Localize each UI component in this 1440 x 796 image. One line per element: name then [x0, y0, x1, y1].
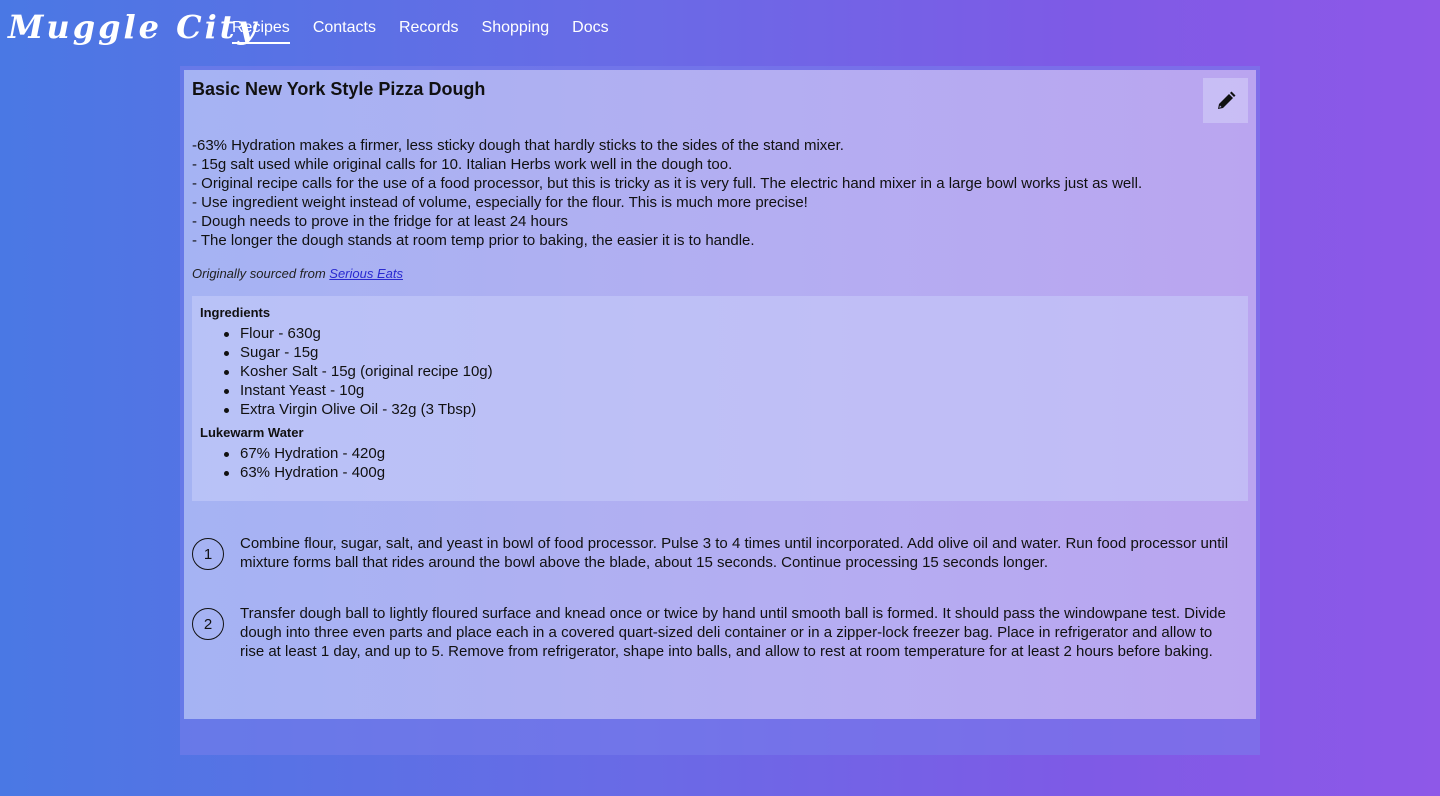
recipe-source: Originally sourced from Serious Eats	[192, 266, 403, 281]
ingredient-item: 63% Hydration - 400g	[224, 463, 1240, 482]
step-text: Combine flour, sugar, salt, and yeast in…	[240, 535, 1229, 571]
pencil-icon	[1217, 91, 1235, 109]
step-text: Transfer dough ball to lightly floured s…	[240, 605, 1226, 660]
ingredients-list: Flour - 630g Sugar - 15g Kosher Salt - 1…	[224, 324, 1240, 419]
step-2: 2 Transfer dough ball to lightly floured…	[192, 604, 1242, 661]
ingredient-item: 67% Hydration - 420g	[224, 444, 1240, 463]
nav-item-docs[interactable]: Docs	[572, 19, 608, 44]
nav-item-contacts[interactable]: Contacts	[313, 19, 376, 44]
recipe-notes: -63% Hydration makes a firmer, less stic…	[192, 136, 1242, 250]
edit-button[interactable]	[1203, 78, 1248, 123]
step-number: 1	[192, 538, 224, 570]
note-line: - The longer the dough stands at room te…	[192, 232, 755, 249]
nav-item-recipes[interactable]: Recipes	[232, 19, 290, 44]
nav-item-shopping[interactable]: Shopping	[482, 19, 550, 44]
source-link[interactable]: Serious Eats	[329, 266, 403, 281]
ingredient-item: Flour - 630g	[224, 324, 1240, 343]
ingredient-item: Sugar - 15g	[224, 343, 1240, 362]
note-line: - Original recipe calls for the use of a…	[192, 175, 1143, 192]
top-bar: Muggle City Recipes Contacts Records Sho…	[0, 0, 1440, 62]
ingredients-panel: Ingredients Flour - 630g Sugar - 15g Kos…	[192, 296, 1248, 501]
source-prefix: Originally sourced from	[192, 266, 326, 281]
ingredients-heading: Ingredients	[200, 305, 271, 320]
water-heading: Lukewarm Water	[200, 425, 304, 440]
water-list: 67% Hydration - 420g 63% Hydration - 400…	[224, 444, 1240, 482]
app-logo[interactable]: Muggle City	[8, 8, 259, 46]
ingredient-item: Kosher Salt - 15g (original recipe 10g)	[224, 362, 1240, 381]
step-1: 1 Combine flour, sugar, salt, and yeast …	[192, 534, 1242, 572]
note-line: - 15g salt used while original calls for…	[192, 156, 733, 173]
recipe-title: Basic New York Style Pizza Dough	[192, 79, 486, 99]
ingredient-item: Extra Virgin Olive Oil - 32g (3 Tbsp)	[224, 400, 1240, 419]
recipe-card: Basic New York Style Pizza Dough -63% Hy…	[184, 70, 1256, 719]
ingredient-item: Instant Yeast - 10g	[224, 381, 1240, 400]
note-line: - Use ingredient weight instead of volum…	[192, 194, 808, 211]
note-line: - Dough needs to prove in the fridge for…	[192, 213, 569, 230]
step-number: 2	[192, 608, 224, 640]
nav-item-records[interactable]: Records	[399, 19, 459, 44]
main-nav: Recipes Contacts Records Shopping Docs	[232, 19, 609, 44]
note-line: -63% Hydration makes a firmer, less stic…	[192, 137, 844, 154]
